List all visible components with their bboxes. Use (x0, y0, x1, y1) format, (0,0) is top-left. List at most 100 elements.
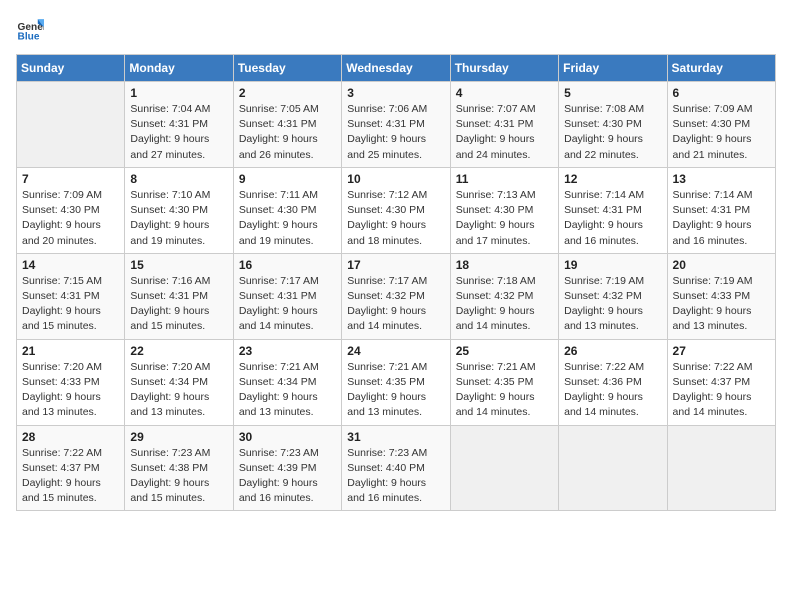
header-monday: Monday (125, 55, 233, 82)
day-info: Sunrise: 7:07 AM Sunset: 4:31 PM Dayligh… (456, 102, 553, 163)
day-info: Sunrise: 7:10 AM Sunset: 4:30 PM Dayligh… (130, 188, 227, 249)
calendar-cell: 28Sunrise: 7:22 AM Sunset: 4:37 PM Dayli… (17, 425, 125, 511)
calendar-cell: 10Sunrise: 7:12 AM Sunset: 4:30 PM Dayli… (342, 167, 450, 253)
calendar-week-1: 1 Sunrise: 7:04 AM Sunset: 4:31 PM Daylig… (17, 82, 776, 168)
calendar-cell: 5 Sunrise: 7:08 AM Sunset: 4:30 PM Daylig… (559, 82, 667, 168)
day-number: 31 (347, 430, 444, 444)
day-number: 5 (564, 86, 661, 100)
calendar-cell: 8 Sunrise: 7:10 AM Sunset: 4:30 PM Daylig… (125, 167, 233, 253)
day-number: 14 (22, 258, 119, 272)
calendar-cell: 14 Sunrise: 7:15 AM Sunset: 4:31 PM Dayli… (17, 253, 125, 339)
day-number: 26 (564, 344, 661, 358)
day-number: 12 (564, 172, 661, 186)
day-info: Sunrise: 7:15 AM Sunset: 4:31 PM Dayligh… (22, 274, 119, 335)
day-info: Sunrise: 7:06 AM Sunset: 4:31 PM Dayligh… (347, 102, 444, 163)
day-number: 1 (130, 86, 227, 100)
calendar-cell: 22 Sunrise: 7:20 AM Sunset: 4:34 PM Dayli… (125, 339, 233, 425)
header-wednesday: Wednesday (342, 55, 450, 82)
day-number: 29 (130, 430, 227, 444)
day-info: Sunrise: 7:22 AM Sunset: 4:36 PM Dayligh… (564, 360, 661, 421)
calendar-week-3: 14 Sunrise: 7:15 AM Sunset: 4:31 PM Dayli… (17, 253, 776, 339)
day-number: 8 (130, 172, 227, 186)
day-number: 10 (347, 172, 444, 186)
day-number: 17 (347, 258, 444, 272)
day-info: Sunrise: 7:14 AM Sunset: 4:31 PM Dayligh… (673, 188, 770, 249)
day-info: Sunrise: 7:13 AM Sunset: 4:30 PM Dayligh… (456, 188, 553, 249)
day-info: Sunrise: 7:17 AM Sunset: 4:31 PM Dayligh… (239, 274, 336, 335)
calendar-table: SundayMondayTuesdayWednesdayThursdayFrid… (16, 54, 776, 511)
day-number: 16 (239, 258, 336, 272)
calendar-cell (667, 425, 775, 511)
day-number: 22 (130, 344, 227, 358)
header-tuesday: Tuesday (233, 55, 341, 82)
calendar-cell: 17 Sunrise: 7:17 AM Sunset: 4:32 PM Dayli… (342, 253, 450, 339)
day-number: 6 (673, 86, 770, 100)
svg-text:Blue: Blue (18, 31, 40, 42)
calendar-cell: 24Sunrise: 7:21 AM Sunset: 4:35 PM Dayli… (342, 339, 450, 425)
day-info: Sunrise: 7:09 AM Sunset: 4:30 PM Dayligh… (673, 102, 770, 163)
day-info: Sunrise: 7:17 AM Sunset: 4:32 PM Dayligh… (347, 274, 444, 335)
day-info: Sunrise: 7:21 AM Sunset: 4:35 PM Dayligh… (456, 360, 553, 421)
day-number: 21 (22, 344, 119, 358)
calendar-cell: 7 Sunrise: 7:09 AM Sunset: 4:30 PM Daylig… (17, 167, 125, 253)
day-info: Sunrise: 7:22 AM Sunset: 4:37 PM Dayligh… (673, 360, 770, 421)
calendar-cell: 3 Sunrise: 7:06 AM Sunset: 4:31 PM Daylig… (342, 82, 450, 168)
day-info: Sunrise: 7:08 AM Sunset: 4:30 PM Dayligh… (564, 102, 661, 163)
day-info: Sunrise: 7:20 AM Sunset: 4:34 PM Dayligh… (130, 360, 227, 421)
day-number: 19 (564, 258, 661, 272)
calendar-cell: 20 Sunrise: 7:19 AM Sunset: 4:33 PM Dayli… (667, 253, 775, 339)
header-thursday: Thursday (450, 55, 558, 82)
calendar-cell: 2Sunrise: 7:05 AM Sunset: 4:31 PM Daylig… (233, 82, 341, 168)
day-info: Sunrise: 7:18 AM Sunset: 4:32 PM Dayligh… (456, 274, 553, 335)
day-number: 15 (130, 258, 227, 272)
day-info: Sunrise: 7:22 AM Sunset: 4:37 PM Dayligh… (22, 446, 119, 507)
day-info: Sunrise: 7:05 AM Sunset: 4:31 PM Dayligh… (239, 102, 336, 163)
day-info: Sunrise: 7:14 AM Sunset: 4:31 PM Dayligh… (564, 188, 661, 249)
day-number: 4 (456, 86, 553, 100)
calendar-cell: 13 Sunrise: 7:14 AM Sunset: 4:31 PM Dayli… (667, 167, 775, 253)
day-info: Sunrise: 7:09 AM Sunset: 4:30 PM Dayligh… (22, 188, 119, 249)
day-number: 9 (239, 172, 336, 186)
calendar-cell: 11 Sunrise: 7:13 AM Sunset: 4:30 PM Dayli… (450, 167, 558, 253)
calendar-cell: 27 Sunrise: 7:22 AM Sunset: 4:37 PM Dayli… (667, 339, 775, 425)
calendar-week-4: 21 Sunrise: 7:20 AM Sunset: 4:33 PM Dayli… (17, 339, 776, 425)
day-info: Sunrise: 7:23 AM Sunset: 4:39 PM Dayligh… (239, 446, 336, 507)
day-number: 24 (347, 344, 444, 358)
day-number: 11 (456, 172, 553, 186)
calendar-cell: 16 Sunrise: 7:17 AM Sunset: 4:31 PM Dayli… (233, 253, 341, 339)
calendar-week-5: 28Sunrise: 7:22 AM Sunset: 4:37 PM Dayli… (17, 425, 776, 511)
calendar-cell: 18 Sunrise: 7:18 AM Sunset: 4:32 PM Dayli… (450, 253, 558, 339)
day-number: 3 (347, 86, 444, 100)
calendar-week-2: 7 Sunrise: 7:09 AM Sunset: 4:30 PM Daylig… (17, 167, 776, 253)
calendar-cell (559, 425, 667, 511)
day-info: Sunrise: 7:20 AM Sunset: 4:33 PM Dayligh… (22, 360, 119, 421)
day-info: Sunrise: 7:11 AM Sunset: 4:30 PM Dayligh… (239, 188, 336, 249)
calendar-cell: 15 Sunrise: 7:16 AM Sunset: 4:31 PM Dayli… (125, 253, 233, 339)
header-friday: Friday (559, 55, 667, 82)
calendar-cell: 23Sunrise: 7:21 AM Sunset: 4:34 PM Dayli… (233, 339, 341, 425)
day-number: 7 (22, 172, 119, 186)
calendar-cell: 30 Sunrise: 7:23 AM Sunset: 4:39 PM Dayli… (233, 425, 341, 511)
calendar-cell: 4 Sunrise: 7:07 AM Sunset: 4:31 PM Daylig… (450, 82, 558, 168)
day-info: Sunrise: 7:19 AM Sunset: 4:33 PM Dayligh… (673, 274, 770, 335)
day-number: 18 (456, 258, 553, 272)
calendar-cell: 12 Sunrise: 7:14 AM Sunset: 4:31 PM Dayli… (559, 167, 667, 253)
day-number: 20 (673, 258, 770, 272)
day-number: 27 (673, 344, 770, 358)
logo: General Blue (16, 16, 44, 44)
day-info: Sunrise: 7:16 AM Sunset: 4:31 PM Dayligh… (130, 274, 227, 335)
calendar-cell: 29 Sunrise: 7:23 AM Sunset: 4:38 PM Dayli… (125, 425, 233, 511)
calendar-cell: 21 Sunrise: 7:20 AM Sunset: 4:33 PM Dayli… (17, 339, 125, 425)
day-number: 30 (239, 430, 336, 444)
day-info: Sunrise: 7:23 AM Sunset: 4:38 PM Dayligh… (130, 446, 227, 507)
calendar-body: 1 Sunrise: 7:04 AM Sunset: 4:31 PM Daylig… (17, 82, 776, 511)
day-number: 25 (456, 344, 553, 358)
day-info: Sunrise: 7:23 AM Sunset: 4:40 PM Dayligh… (347, 446, 444, 507)
day-info: Sunrise: 7:04 AM Sunset: 4:31 PM Dayligh… (130, 102, 227, 163)
calendar-cell: 9 Sunrise: 7:11 AM Sunset: 4:30 PM Daylig… (233, 167, 341, 253)
day-info: Sunrise: 7:21 AM Sunset: 4:34 PM Dayligh… (239, 360, 336, 421)
day-number: 13 (673, 172, 770, 186)
calendar-cell: 25 Sunrise: 7:21 AM Sunset: 4:35 PM Dayli… (450, 339, 558, 425)
calendar-cell: 1 Sunrise: 7:04 AM Sunset: 4:31 PM Daylig… (125, 82, 233, 168)
calendar-cell (17, 82, 125, 168)
